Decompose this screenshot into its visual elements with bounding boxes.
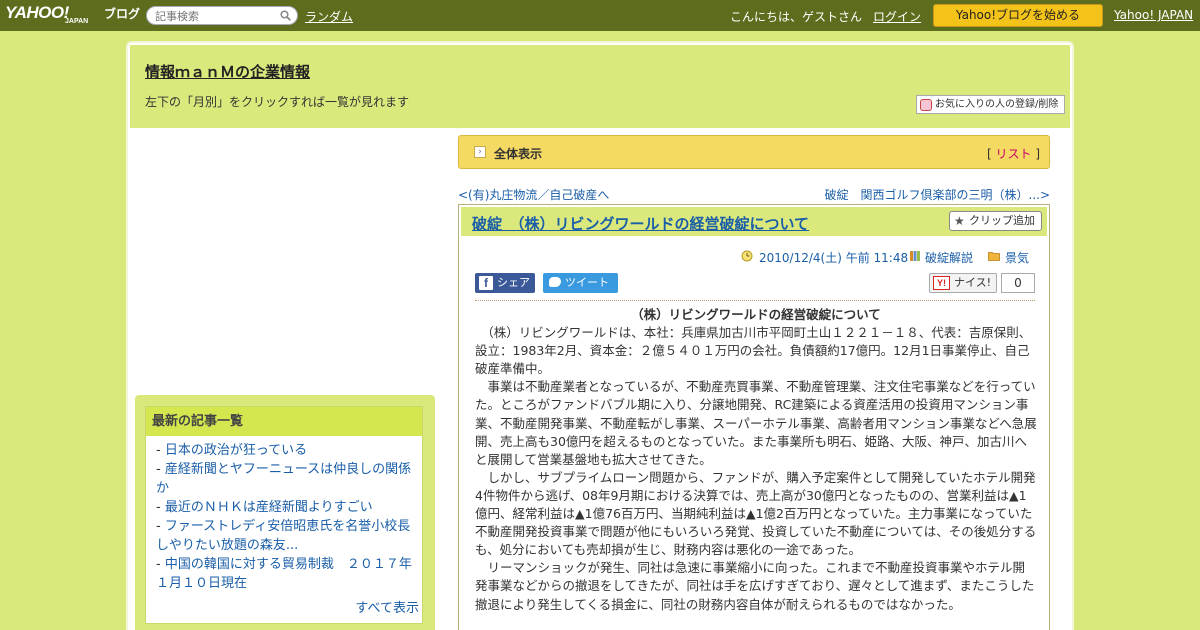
all-view-bar: › 全体表示 [ リスト ] (458, 135, 1050, 169)
clip-add-button[interactable]: ★ クリップ追加 (949, 211, 1042, 231)
folder-icon (988, 252, 1000, 261)
next-article-link[interactable]: 破綻 関西ゴルフ倶楽部の三明（株）...> (825, 186, 1051, 203)
favorite-register-label: お気に入りの人の登録/削除 (935, 99, 1059, 110)
search-icon[interactable] (280, 10, 291, 21)
twitter-tweet-button[interactable]: ツイート (543, 273, 618, 293)
recent-article-link[interactable]: ファーストレディ安倍昭恵氏を名誉小校長しやりたい放題の森友... (156, 519, 410, 553)
facebook-share-button[interactable]: f シェア (475, 273, 535, 293)
blog-title[interactable]: 情報ｍａｎＭの企業情報 (145, 61, 310, 82)
logo-yahoo-text: YAHOO! (5, 3, 69, 22)
article-title[interactable]: 破綻 （株）リビングワールドの経営破綻について (472, 213, 809, 234)
twitter-bird-icon (549, 277, 561, 287)
recent-articles-panel: 最新の記事一覧 - 日本の政治が狂っている - 産経新聞とヤフーニュースは仲良し… (135, 395, 435, 630)
article-category[interactable]: 破綻解説 (925, 249, 973, 266)
logo-japan-text: JAPAN (65, 18, 89, 25)
recent-article-link[interactable]: 産経新聞とヤフーニュースは仲良しの関係か (156, 462, 411, 496)
list-item: - 最近のＮＨＫは産経新聞よりすごい (156, 500, 373, 515)
recent-article-link[interactable]: 日本の政治が狂っている (165, 443, 307, 458)
recent-articles-box: 最新の記事一覧 - 日本の政治が狂っている - 産経新聞とヤフーニュースは仲良し… (145, 406, 423, 624)
article-header: 破綻 （株）リビングワールドの経営破綻について ★ クリップ追加 (461, 207, 1047, 236)
yahoo-blog-logo[interactable]: YAHOO! JAPAN ブログ (5, 3, 141, 28)
article-date[interactable]: 2010/12/4(土) 午前 11:48 (759, 249, 908, 266)
top-bar: YAHOO! JAPAN ブログ ランダム こんにちは、ゲストさん ログイン Y… (0, 0, 1200, 31)
blog-description: 左下の「月別」をクリックすれば一覧が見れます (145, 95, 410, 109)
list-bracket-close: ] (1035, 147, 1040, 161)
list-item: - 産経新聞とヤフーニュースは仲良しの関係か (156, 462, 412, 496)
article-body-title: （株）リビングワールドの経営破綻について (631, 307, 881, 322)
list-link[interactable]: リスト (995, 147, 1031, 161)
twitter-tweet-label: ツイート (565, 276, 609, 289)
divider (475, 300, 1035, 301)
logo-blog-text: ブログ (104, 7, 141, 21)
list-view-toggle: [ リスト ] (987, 145, 1040, 162)
recent-articles-heading: 最新の記事一覧 (146, 407, 422, 436)
nice-label: ナイス! (954, 276, 992, 289)
prev-article-link[interactable]: <(有)丸庄物流／自己破産へ (458, 186, 609, 203)
article-paragraph: 事業は不動産業者となっているが、不動産売買事業、不動産管理業、注文住宅事業などを… (475, 379, 1037, 467)
article-paragraph: しかし、サブプライムローン問題から、ファンドが、購入予定案件として開発していたホ… (475, 469, 1037, 558)
random-link[interactable]: ランダム (305, 8, 353, 25)
start-blog-button[interactable]: Yahoo!ブログを始める (933, 4, 1103, 27)
clip-add-label: クリップ追加 (969, 214, 1035, 227)
facebook-share-label: シェア (497, 276, 530, 289)
article-paragraph: （株）リビングワールドは、本社：兵庫県加古川市平岡町土山１２２１－１８、代表：吉… (475, 325, 1032, 377)
article-body: （株）リビングワールドの経営破綻について （株）リビングワールドは、本社：兵庫県… (475, 306, 1037, 614)
yahoo-japan-link[interactable]: Yahoo! JAPAN (1114, 8, 1193, 22)
article-folder[interactable]: 景気 (1005, 249, 1029, 266)
login-link[interactable]: ログイン (873, 8, 921, 25)
show-all-link[interactable]: すべて表示 (355, 597, 419, 616)
yahoo-y-icon: Y! (933, 276, 950, 290)
greeting-text: こんにちは、ゲストさん (730, 10, 863, 24)
book-icon (910, 251, 920, 261)
recent-article-link[interactable]: 中国の韓国に対する貿易制裁 ２０１７年１月１０日現在 (156, 557, 412, 591)
all-view-label: 全体表示 (494, 147, 543, 161)
recent-article-link[interactable]: 最近のＮＨＫは産経新聞よりすごい (165, 500, 373, 515)
search-box (146, 6, 298, 25)
list-item: - 日本の政治が狂っている (156, 443, 308, 458)
list-bracket-open: [ (986, 147, 992, 161)
article: 破綻 （株）リビングワールドの経営破綻について ★ クリップ追加 2010/12… (458, 204, 1050, 630)
list-item: - 中国の韓国に対する貿易制裁 ２０１７年１月１０日現在 (156, 557, 412, 591)
favorite-icon (920, 99, 932, 111)
list-item: - ファーストレディ安倍昭恵氏を名誉小校長しやりたい放題の森友... (156, 519, 411, 553)
chevron-right-icon: › (474, 146, 486, 158)
favorite-register-button[interactable]: お気に入りの人の登録/削除 (916, 95, 1065, 114)
facebook-icon: f (479, 276, 493, 290)
nice-count: 0 (1001, 273, 1035, 293)
article-paragraph: リーマンショックが発生、同社は急速に事業縮小に向った。これまで不動産投資事業やホ… (475, 560, 1035, 612)
search-input[interactable] (155, 9, 275, 23)
star-icon: ★ (954, 214, 965, 228)
recent-articles-list: - 日本の政治が狂っている - 産経新聞とヤフーニュースは仲良しの関係か - 最… (146, 436, 422, 593)
nice-button[interactable]: Y! ナイス! (929, 273, 997, 293)
blog-header: 情報ｍａｎＭの企業情報 左下の「月別」をクリックすれば一覧が見れます お気に入り… (130, 45, 1070, 128)
clock-icon (741, 250, 753, 262)
